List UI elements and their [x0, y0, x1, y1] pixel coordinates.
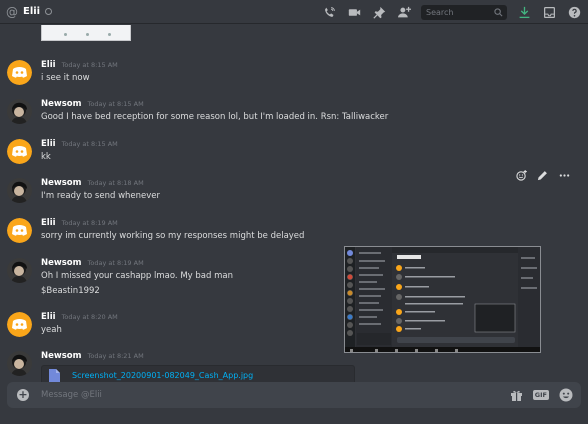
gift-icon[interactable] [510, 389, 523, 402]
message-text: sorry im currently working so my respons… [41, 231, 305, 241]
message-timestamp: Today at 8:19 AM [87, 259, 144, 267]
avatar[interactable] [7, 99, 32, 124]
message-author[interactable]: Elii Today at 8:19 AM [41, 218, 118, 228]
emoji-icon[interactable] [559, 388, 573, 402]
gif-icon[interactable]: GIF [532, 390, 549, 400]
message-author[interactable]: Newsom Today at 8:15 AM [41, 99, 144, 109]
header-toolbar: Search [312, 3, 582, 21]
avatar[interactable] [7, 139, 32, 164]
message-text: i see it now [41, 73, 90, 83]
message-text: $Beastin1992 [41, 286, 100, 296]
message-composer: + GIF [7, 382, 581, 408]
message-text: kk [41, 152, 51, 162]
message-timestamp: Today at 8:21 AM [87, 352, 144, 360]
message-author[interactable]: Elii Today at 8:15 AM [41, 60, 118, 70]
dm-recipient-name[interactable]: Elii [23, 6, 40, 17]
more-icon[interactable] [559, 170, 570, 181]
upload-plus-icon[interactable]: + [17, 389, 29, 401]
help-icon[interactable] [566, 4, 582, 20]
message-author[interactable]: Newsom Today at 8:18 AM [41, 178, 144, 188]
message-hover-toolbar [511, 166, 575, 184]
call-icon[interactable] [321, 4, 337, 20]
edit-icon[interactable] [537, 170, 548, 181]
avatar[interactable] [7, 312, 32, 337]
message-timestamp: Today at 8:15 AM [87, 100, 144, 108]
message: Elii Today at 8:19 AM sorry im currently … [0, 216, 588, 244]
message-timestamp: Today at 8:19 AM [61, 219, 118, 227]
download-icon[interactable] [516, 4, 532, 20]
avatar[interactable] [7, 60, 32, 85]
message-timestamp: Today at 8:18 AM [87, 179, 144, 187]
message-author[interactable]: Elii Today at 8:15 AM [41, 139, 118, 149]
search-icon [494, 7, 503, 16]
message-author[interactable]: Newsom Today at 8:19 AM [41, 258, 144, 268]
gif-label: GIF [532, 390, 549, 400]
status-icon [45, 8, 53, 15]
message-text: Good I have bed reception for some reaso… [41, 112, 389, 122]
message-author[interactable]: Newsom Today at 8:21 AM [41, 351, 144, 361]
message-input[interactable] [41, 387, 461, 403]
avatar[interactable] [7, 178, 32, 203]
message: Newsom Today at 8:15 AM Good I have bed r… [0, 97, 588, 125]
previous-image-attachment[interactable] [41, 25, 131, 41]
file-icon [49, 369, 60, 383]
avatar[interactable] [7, 218, 32, 243]
inbox-icon[interactable] [541, 4, 557, 20]
message: Elii Today at 8:15 AM i see it now [0, 58, 588, 86]
message-author[interactable]: Elii Today at 8:20 AM [41, 312, 118, 322]
image-attachment-preview[interactable] [344, 246, 541, 353]
message-text: I'm ready to send whenever [41, 191, 161, 201]
video-icon[interactable] [346, 4, 362, 20]
search-placeholder: Search [426, 7, 454, 17]
message-text: yeah [41, 325, 62, 335]
message-timestamp: Today at 8:15 AM [61, 140, 118, 148]
file-name-link[interactable]: Screenshot_20200901-082049_Cash_App.jpg [72, 371, 253, 380]
dm-header: @ Elii Search [0, 0, 588, 24]
message-text: Oh I missed your cashapp lmao. My bad ma… [41, 271, 233, 281]
avatar[interactable] [7, 258, 32, 283]
at-icon: @ [6, 4, 18, 19]
composer-tools: GIF [500, 387, 573, 403]
add-member-icon[interactable] [396, 4, 412, 20]
avatar[interactable] [7, 351, 32, 376]
message-timestamp: Today at 8:15 AM [61, 61, 118, 69]
pin-icon[interactable] [371, 4, 387, 20]
message: Elii Today at 8:15 AM kk [0, 137, 588, 165]
add-reaction-icon[interactable] [516, 169, 527, 181]
search-bar[interactable]: Search [421, 4, 507, 20]
message: Newsom Today at 8:18 AM I'm ready to send… [0, 176, 588, 204]
message-timestamp: Today at 8:20 AM [61, 313, 118, 321]
